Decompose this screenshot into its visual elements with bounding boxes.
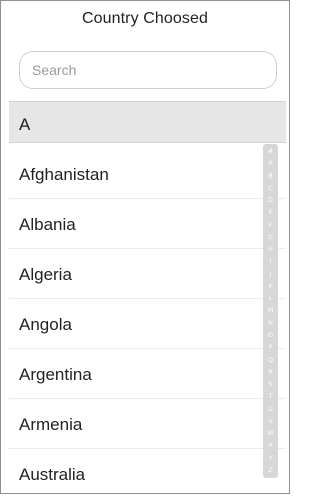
country-list-item[interactable]: Albania	[9, 199, 286, 249]
country-name: Afghanistan	[19, 165, 109, 184]
index-letter[interactable]: V	[268, 416, 272, 427]
index-letter[interactable]: E	[268, 207, 272, 218]
index-letter[interactable]: S	[268, 379, 272, 390]
country-picker-screen: Country Choosed A Afghanistan Albania Al…	[0, 0, 290, 494]
section-header: A	[9, 101, 286, 143]
page-title: Country Choosed	[81, 10, 208, 27]
index-letter[interactable]: M	[268, 305, 274, 316]
index-letter[interactable]: L	[269, 293, 273, 304]
index-letter[interactable]: F	[269, 220, 273, 231]
country-name: Argentina	[19, 365, 92, 384]
index-letter[interactable]: O	[268, 330, 273, 341]
index-letter[interactable]: W	[267, 428, 273, 439]
alphabet-index-bar[interactable]: # A B C D E F G H I J K L M N O P Q R S …	[263, 144, 278, 478]
country-name: Algeria	[19, 265, 72, 284]
index-letter[interactable]: C	[268, 183, 273, 194]
country-list-item[interactable]: Algeria	[9, 249, 286, 299]
index-letter[interactable]: Q	[268, 355, 273, 366]
index-letter[interactable]: H	[268, 244, 273, 255]
index-letter[interactable]: A	[268, 158, 272, 169]
country-list-item[interactable]: Argentina	[9, 349, 286, 399]
country-name: Australia	[19, 465, 86, 484]
index-letter[interactable]: #	[268, 146, 273, 157]
index-letter[interactable]: T	[269, 391, 273, 402]
country-name: Armenia	[19, 415, 83, 434]
index-letter[interactable]: U	[268, 404, 273, 415]
country-name: Albania	[19, 215, 76, 234]
country-name: Angola	[19, 315, 72, 334]
index-letter[interactable]: B	[268, 171, 272, 182]
section-header-label: A	[19, 115, 31, 134]
index-letter[interactable]: N	[268, 318, 273, 329]
country-list-item[interactable]: Armenia	[9, 399, 286, 449]
country-list-item[interactable]: Angola	[9, 299, 286, 349]
index-letter[interactable]: P	[269, 342, 273, 353]
country-list-item[interactable]: Afghanistan	[9, 149, 286, 199]
index-letter[interactable]: G	[268, 232, 273, 243]
country-list-item[interactable]: Australia	[9, 449, 286, 493]
country-list: Afghanistan Albania Algeria Angola Argen…	[9, 149, 286, 493]
index-letter[interactable]: J	[270, 269, 272, 280]
search-input[interactable]	[19, 51, 277, 89]
index-letter[interactable]: I	[270, 256, 272, 267]
index-letter[interactable]: R	[268, 367, 273, 378]
index-letter[interactable]: Y	[269, 453, 273, 464]
index-letter[interactable]: K	[268, 281, 272, 292]
index-letter[interactable]: D	[268, 195, 273, 206]
index-letter[interactable]: X	[268, 440, 272, 451]
index-letter[interactable]: Z	[268, 465, 272, 476]
